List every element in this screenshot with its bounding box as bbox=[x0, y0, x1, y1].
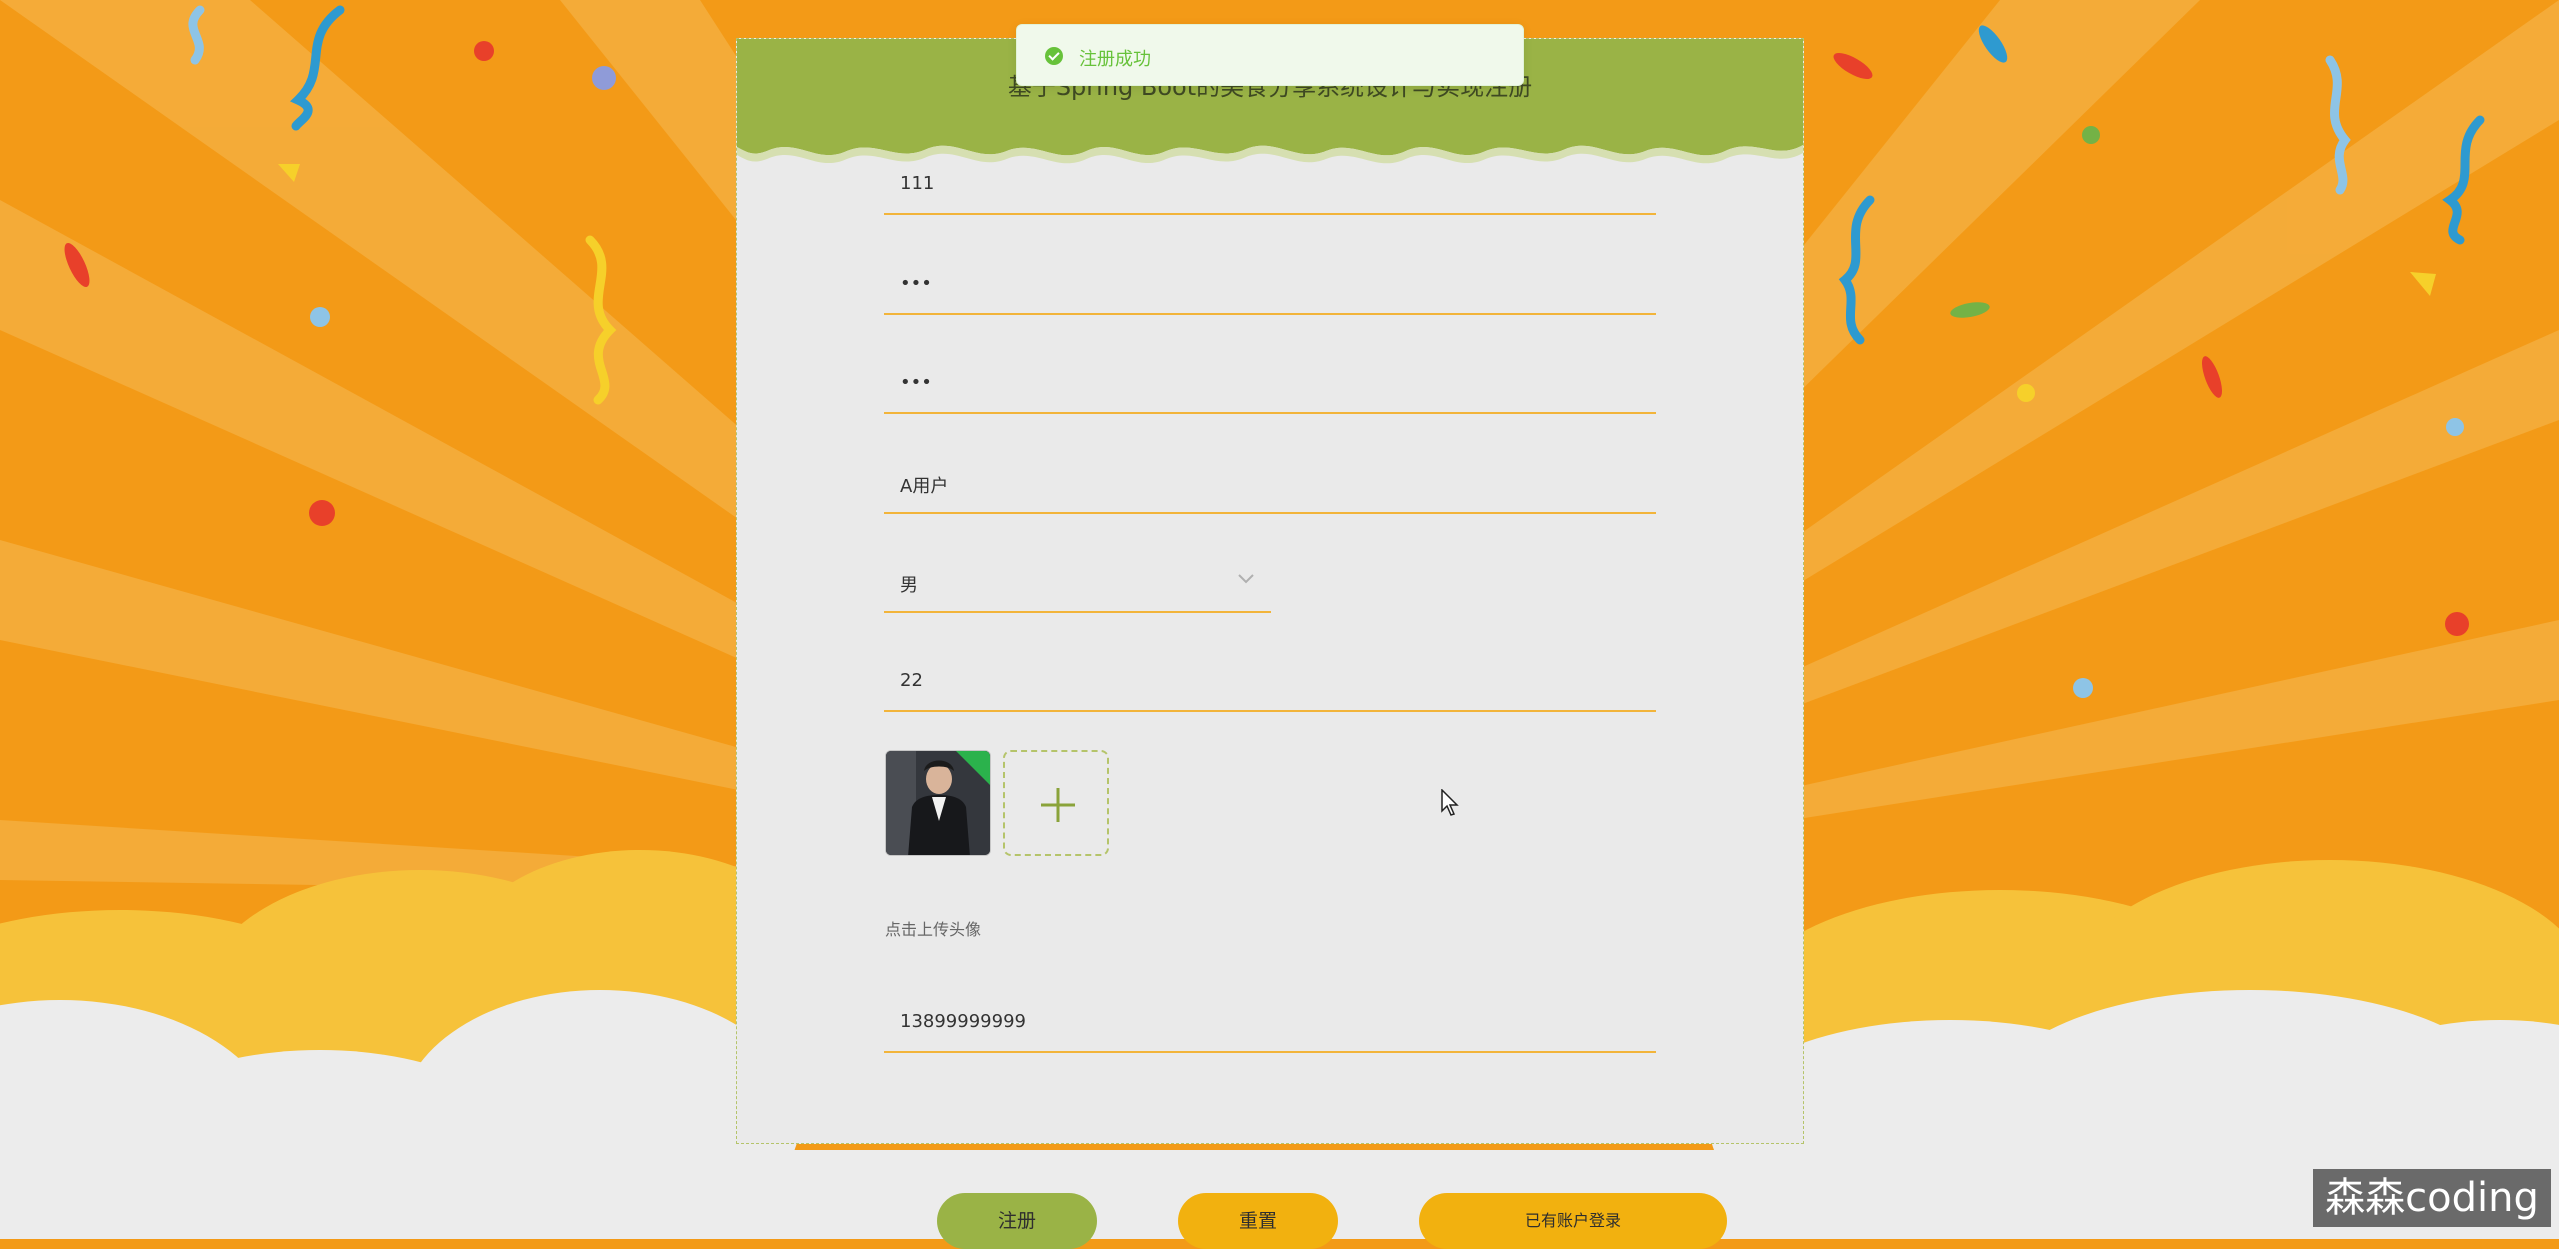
success-toast: 注册成功 bbox=[1016, 24, 1524, 86]
phone-field[interactable]: 13899999999 bbox=[884, 991, 1656, 1053]
avatar-upload-button[interactable] bbox=[1003, 750, 1109, 856]
confirm-password-value: ••• bbox=[900, 372, 932, 393]
phone-value: 13899999999 bbox=[900, 1011, 1026, 1032]
account-field[interactable]: 111 bbox=[884, 153, 1656, 215]
avatar-hint: 点击上传头像 bbox=[885, 920, 982, 939]
plus-icon bbox=[1041, 788, 1075, 822]
success-check-icon bbox=[1045, 47, 1063, 65]
watermark: 森森coding bbox=[2313, 1169, 2551, 1227]
confirm-password-field[interactable]: ••• bbox=[884, 352, 1656, 414]
name-value: A用户 bbox=[900, 476, 949, 497]
avatar-preview[interactable] bbox=[885, 750, 991, 856]
password-field[interactable]: ••• bbox=[884, 253, 1656, 315]
avatar-image bbox=[886, 751, 990, 855]
gender-select[interactable]: 男 bbox=[884, 551, 1271, 613]
reset-button[interactable]: 重置 bbox=[1178, 1193, 1338, 1249]
login-link-button[interactable]: 已有账户登录 bbox=[1419, 1193, 1727, 1249]
age-value: 22 bbox=[900, 670, 923, 691]
gender-value: 男 bbox=[900, 575, 918, 596]
age-field[interactable]: 22 bbox=[884, 650, 1656, 712]
register-button[interactable]: 注册 bbox=[937, 1193, 1097, 1249]
password-value: ••• bbox=[900, 273, 932, 294]
mouse-cursor-icon bbox=[1441, 789, 1459, 816]
account-value: 111 bbox=[900, 173, 935, 194]
toast-message: 注册成功 bbox=[1079, 49, 1151, 70]
name-field[interactable]: A用户 bbox=[884, 452, 1656, 514]
chevron-down-icon bbox=[1238, 574, 1254, 584]
